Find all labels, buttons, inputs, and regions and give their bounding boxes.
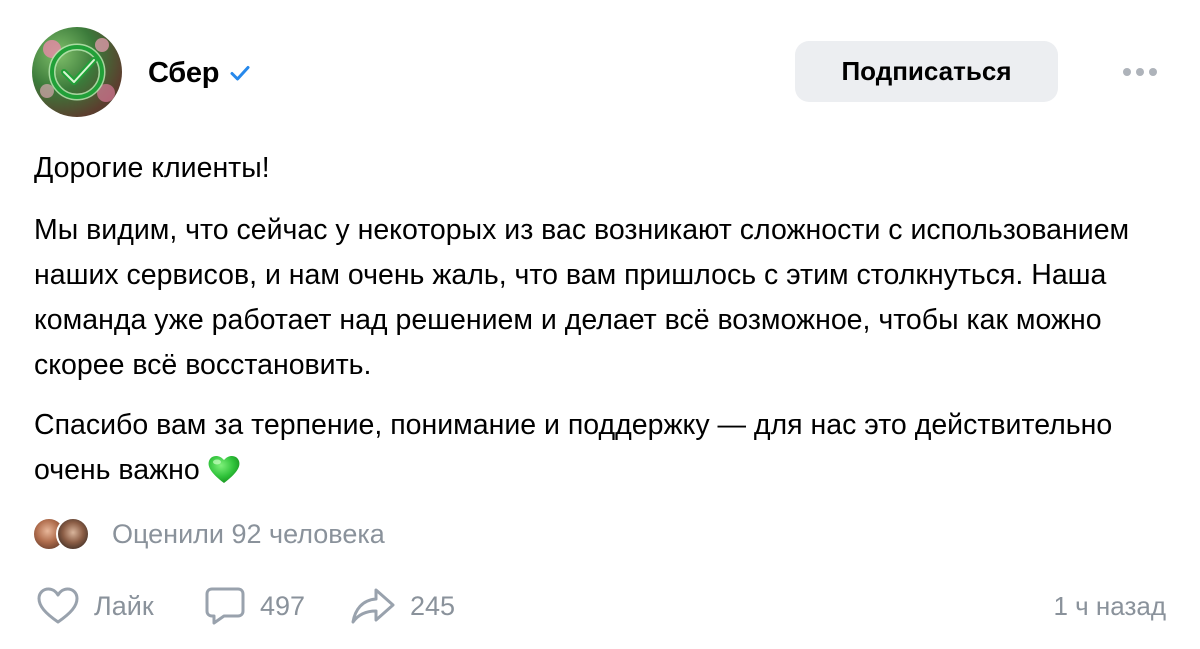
author-avatar[interactable] — [32, 27, 122, 117]
rated-count-text: Оценили 92 человека — [112, 518, 385, 549]
more-dots-icon[interactable] — [1120, 60, 1160, 84]
post-paragraph-2: Мы видим, что сейчас у некоторых из вас … — [34, 214, 1130, 381]
subscribe-button[interactable]: Подписаться — [795, 41, 1058, 102]
comment-button[interactable]: 497 — [204, 584, 305, 628]
green-heart-icon — [206, 453, 242, 499]
post-timestamp[interactable]: 1 ч назад — [1053, 584, 1166, 628]
comments-count: 497 — [260, 590, 306, 621]
post-paragraph-3: Спасибо вам за терпение, понимание и под… — [34, 403, 1164, 499]
author-block: Сбер — [148, 55, 251, 91]
shares-count: 245 — [410, 590, 456, 621]
post-paragraph-3-text: Спасибо вам за терпение, понимание и под… — [34, 409, 1113, 486]
comment-icon — [205, 587, 245, 625]
share-button[interactable]: 245 — [350, 584, 455, 628]
author-name[interactable]: Сбер — [148, 57, 219, 90]
reactor-avatar — [56, 517, 90, 551]
post-footer: Лайк 497 245 1 ч назад — [36, 584, 1166, 628]
post-paragraph-1: Дорогие клиенты! — [34, 152, 270, 184]
verified-check-icon — [229, 62, 251, 84]
like-label: Лайк — [94, 590, 154, 621]
like-button[interactable]: Лайк — [36, 584, 154, 628]
share-arrow-icon — [351, 588, 395, 624]
heart-outline-icon — [37, 587, 79, 624]
post-card: Сбер Подписаться Дорогие клиенты! Мы вид… — [0, 0, 1200, 649]
sber-logo-icon — [40, 38, 115, 102]
reactions-summary[interactable]: Оценили 92 человека — [32, 514, 385, 554]
